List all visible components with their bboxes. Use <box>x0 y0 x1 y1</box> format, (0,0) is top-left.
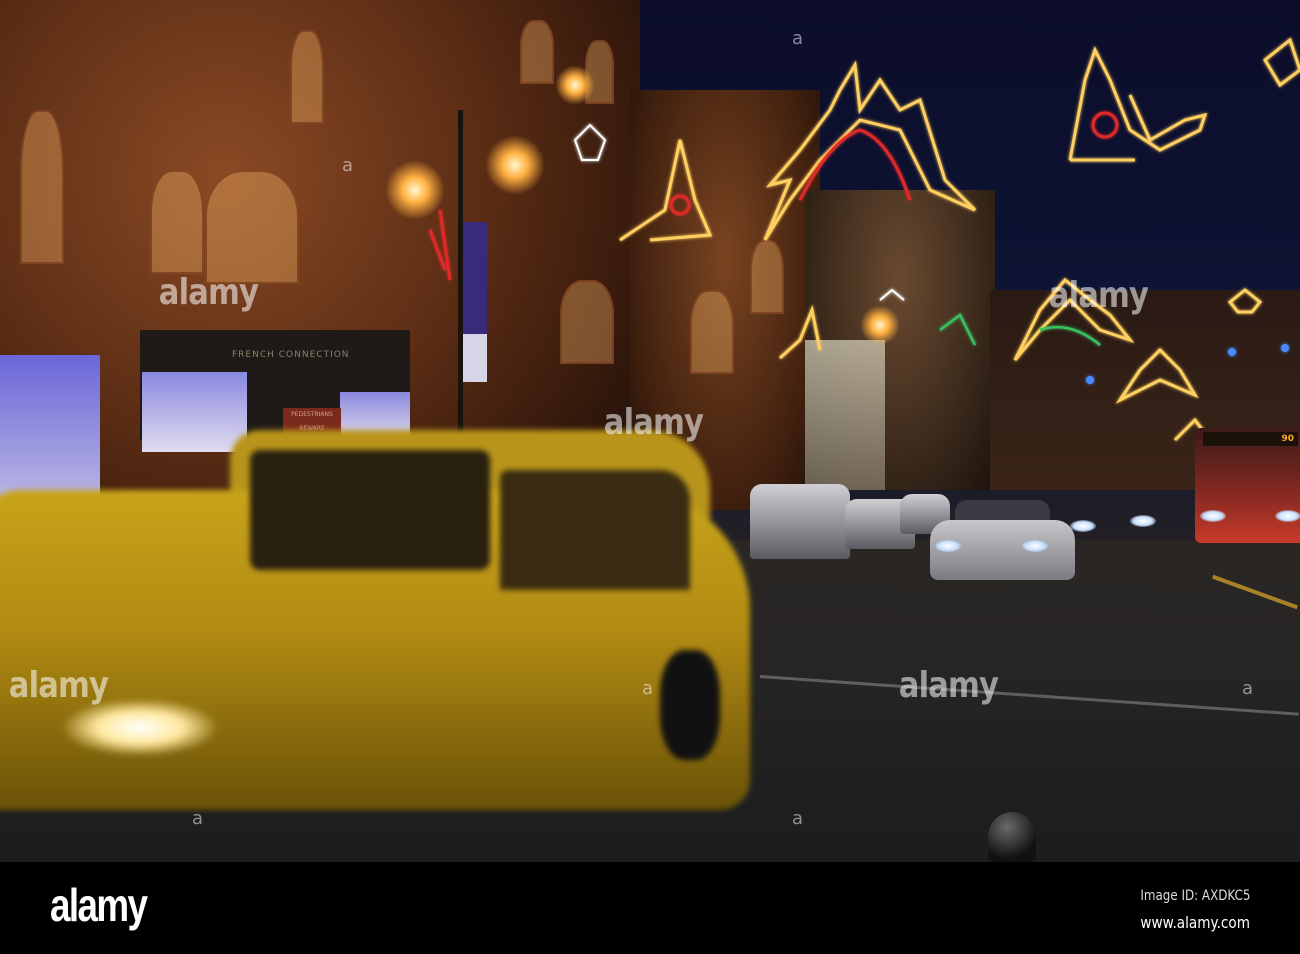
light-red-bauble <box>1091 111 1119 139</box>
van-wheel <box>660 650 720 760</box>
light-small <box>778 304 822 360</box>
light-red-lamp-deco <box>428 209 452 281</box>
light-green-figure <box>939 313 977 346</box>
watermark-mark: a <box>342 155 354 176</box>
watermark-mark: a <box>792 28 804 49</box>
yellow-van <box>0 430 770 830</box>
light-crown-arch <box>763 60 977 241</box>
site-url[interactable]: www.alamy.com <box>1140 913 1250 932</box>
bollard <box>988 812 1036 862</box>
light-blue-star <box>1228 348 1236 356</box>
bus-headlight <box>1200 510 1226 522</box>
light-green-garland <box>1039 325 1101 346</box>
watermark: alamy <box>8 665 109 706</box>
light-white-star <box>573 123 607 161</box>
van-headlight <box>65 700 215 755</box>
watermark-mark: a <box>192 808 204 829</box>
watermark-mark: a <box>642 678 654 699</box>
light-white-star <box>879 288 905 301</box>
oncoming-headlight <box>1070 520 1096 532</box>
silver-car <box>930 495 1075 585</box>
headlight <box>1022 540 1048 552</box>
watermark: alamy <box>158 272 259 313</box>
light-arch-far2 <box>1115 347 1199 404</box>
van-side-window <box>500 470 690 590</box>
bus-destination-display: 90 <box>1203 432 1298 446</box>
bus-headlight <box>1275 510 1300 522</box>
bus: 90 <box>1195 428 1300 543</box>
watermark: alamy <box>603 402 704 443</box>
light-blue-star <box>1086 376 1094 384</box>
watermark: alamy <box>898 665 999 706</box>
alamy-logo: alamy <box>50 879 148 931</box>
yellow-line <box>1212 574 1298 610</box>
light-lantern <box>1068 46 1208 162</box>
light-tower <box>619 139 713 242</box>
watermark: alamy <box>1048 275 1149 316</box>
light-star <box>1227 288 1263 314</box>
watermark-mark: a <box>1242 678 1254 699</box>
light-blue-star <box>1281 344 1289 352</box>
road-marking <box>759 675 1299 716</box>
image-id: Image ID: AXDKC5 <box>1139 888 1250 904</box>
light-red-bauble <box>669 194 691 216</box>
watermark-mark: a <box>792 808 804 829</box>
headlight <box>935 540 961 552</box>
night-street-photo: FRENCH CONNECTION PEDESTRIANS BEWARE 90 … <box>0 0 1300 862</box>
light-star <box>1263 37 1300 88</box>
oncoming-headlight <box>1130 515 1156 527</box>
stock-photo-frame: FRENCH CONNECTION PEDESTRIANS BEWARE 90 … <box>0 0 1300 954</box>
parked-cars <box>740 484 950 564</box>
van-windscreen <box>250 450 490 570</box>
